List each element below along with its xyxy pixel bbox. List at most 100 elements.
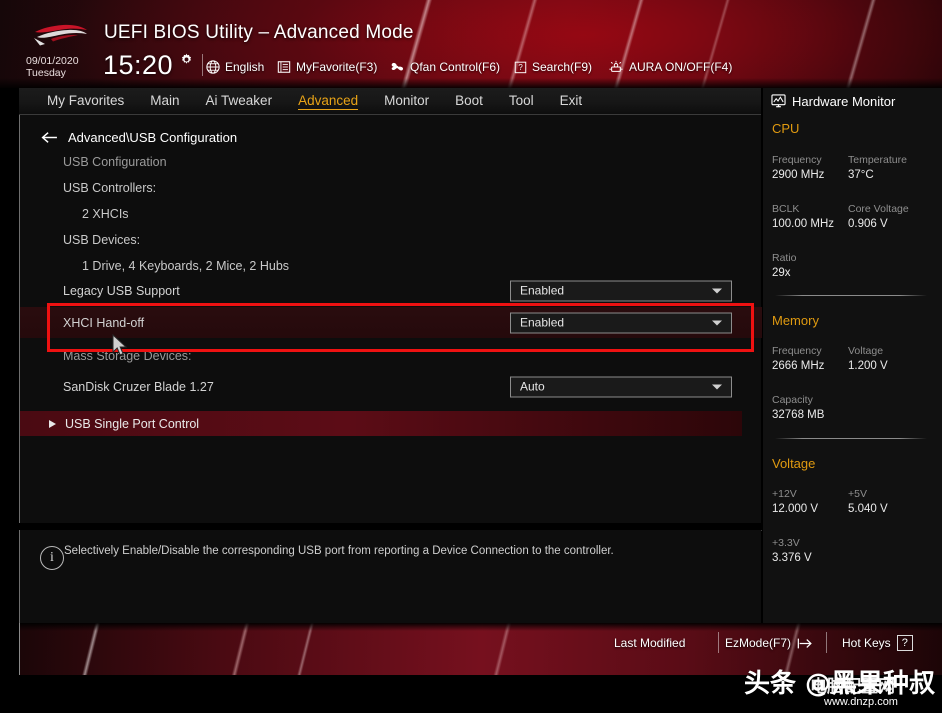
monitor-icon	[771, 94, 786, 108]
note-icon	[277, 61, 291, 73]
cpu-ratio-value: 29x	[772, 267, 791, 279]
tab-monitor[interactable]: Monitor	[384, 93, 429, 109]
memory-voltage-key: Voltage	[848, 345, 884, 357]
tab-tool[interactable]: Tool	[509, 93, 534, 109]
legacy-usb-support-dropdown[interactable]: Enabled	[510, 280, 732, 301]
header-divider	[202, 54, 203, 76]
aura-button[interactable]: AURA ON/OFF(F4)	[608, 58, 732, 76]
voltage-33v-value: 3.376 V	[772, 552, 812, 564]
voltage-5v-key: +5V	[848, 488, 867, 500]
myfavorite-button[interactable]: MyFavorite(F3)	[277, 58, 377, 76]
back-arrow-icon[interactable]	[41, 131, 58, 144]
rog-logo-icon	[34, 24, 87, 46]
ezmode-button[interactable]: EzMode(F7)	[725, 634, 813, 652]
xhci-hand-off-value: Enabled	[520, 315, 565, 330]
xhci-hand-off-label: XHCI Hand-off	[63, 315, 145, 330]
watermark-url: www.dnzp.com	[824, 696, 898, 708]
clock-display: 15:20	[103, 50, 174, 80]
cpu-temperature-key: Temperature	[848, 154, 907, 166]
cpu-ratio-key: Ratio	[772, 252, 797, 264]
search-label: Search(F9)	[532, 60, 593, 74]
cpu-bclk-value: 100.00 MHz	[772, 218, 835, 230]
sidebar-divider-2	[775, 438, 927, 439]
tab-my-favorites[interactable]: My Favorites	[47, 93, 124, 109]
voltage-33v-key: +3.3V	[772, 537, 800, 549]
myfavorite-label: MyFavorite(F3)	[296, 60, 378, 74]
qfan-control-button[interactable]: Qfan Control(F6)	[389, 58, 500, 76]
right-arrow-icon	[49, 419, 56, 428]
cpu-temperature-value: 37°C	[848, 169, 874, 181]
usb-devices-value: 1 Drive, 4 Keyboards, 2 Mice, 2 Hubs	[82, 259, 290, 273]
gear-icon[interactable]	[180, 53, 193, 66]
svg-text:?: ?	[518, 63, 523, 72]
sidebar-group-memory: Memory	[772, 313, 819, 328]
main-panel: Advanced\USB Configuration USB Configura…	[19, 115, 762, 531]
footer-divider-1	[718, 632, 719, 653]
tab-exit[interactable]: Exit	[560, 93, 583, 109]
hardware-monitor-panel: Hardware Monitor CPU Frequency 2900 MHz …	[763, 88, 942, 623]
memory-frequency-value: 2666 MHz	[772, 360, 825, 372]
help-panel: i Selectively Enable/Disable the corresp…	[19, 530, 761, 623]
sandisk-dropdown[interactable]: Auto	[510, 376, 732, 397]
breadcrumb-text: Advanced\USB Configuration	[68, 129, 238, 145]
setting-row-sandisk[interactable]: SanDisk Cruzer Blade 1.27 Auto	[20, 371, 762, 402]
memory-capacity-value: 32768 MB	[772, 409, 825, 421]
sidebar-group-cpu: CPU	[772, 121, 800, 136]
sidebar-group-voltage: Voltage	[772, 456, 816, 471]
cpu-core-voltage-value: 0.906 V	[848, 218, 888, 230]
hot-keys-label: Hot Keys	[842, 636, 891, 650]
tab-advanced[interactable]: Advanced	[298, 93, 359, 110]
bios-screen: UEFI BIOS Utility – Advanced Mode 09/01/…	[0, 0, 942, 713]
usb-devices-label: USB Devices:	[63, 233, 141, 247]
globe-icon	[206, 60, 220, 74]
cpu-frequency-value: 2900 MHz	[772, 169, 825, 181]
voltage-12v-key: +12V	[772, 488, 797, 500]
help-text: Selectively Enable/Disable the correspon…	[64, 545, 614, 557]
sandisk-value: Auto	[520, 379, 545, 394]
info-icon: i	[40, 546, 64, 570]
search-button[interactable]: ? Search(F9)	[514, 58, 592, 76]
submenu-usb-single-port-control[interactable]: USB Single Port Control	[20, 411, 742, 436]
weekday-value: Tuesday	[26, 67, 66, 79]
voltage-5v-value: 5.040 V	[848, 503, 888, 515]
sidebar-divider-1	[775, 295, 927, 296]
breadcrumb[interactable]: Advanced\USB Configuration	[41, 127, 237, 147]
xhci-hand-off-dropdown[interactable]: Enabled	[510, 312, 732, 333]
tab-main[interactable]: Main	[150, 93, 179, 109]
chevron-down-icon	[712, 288, 722, 293]
sandisk-label: SanDisk Cruzer Blade 1.27	[63, 379, 214, 394]
usb-controllers-label: USB Controllers:	[63, 181, 157, 195]
setting-row-xhci-hand-off[interactable]: XHCI Hand-off Enabled	[20, 307, 762, 338]
usb-controllers-value: 2 XHCIs	[82, 207, 129, 221]
hot-keys-button[interactable]: Hot Keys ?	[842, 634, 913, 652]
ezmode-label: EzMode(F7)	[725, 636, 792, 650]
cpu-core-voltage-key: Core Voltage	[848, 203, 909, 215]
setting-row-legacy-usb-support[interactable]: Legacy USB Support Enabled	[20, 275, 762, 306]
footer-divider-2	[826, 632, 827, 653]
tab-ai-tweaker[interactable]: Ai Tweaker	[206, 93, 273, 109]
watermark-overlay: 电脑配置网	[810, 677, 895, 697]
date-display: 09/01/2020 Tuesday	[26, 55, 79, 79]
memory-voltage-value: 1.200 V	[848, 360, 888, 372]
chevron-down-icon	[712, 384, 722, 389]
qfan-control-label: Qfan Control(F6)	[410, 60, 501, 74]
language-button[interactable]: English	[206, 58, 264, 76]
usb-configuration-heading: USB Configuration	[63, 155, 167, 169]
voltage-12v-value: 12.000 V	[772, 503, 819, 515]
last-modified-button[interactable]: Last Modified	[614, 634, 685, 652]
cpu-bclk-key: BCLK	[772, 203, 800, 215]
memory-capacity-key: Capacity	[772, 394, 813, 406]
fan-icon	[391, 62, 404, 71]
legacy-usb-support-label: Legacy USB Support	[63, 283, 180, 298]
date-value: 09/01/2020	[26, 55, 79, 67]
cpu-frequency-key: Frequency	[772, 154, 822, 166]
last-modified-label: Last Modified	[614, 636, 686, 650]
chevron-down-icon	[712, 320, 722, 325]
tab-boot[interactable]: Boot	[455, 93, 483, 109]
mouse-cursor-icon	[112, 334, 128, 356]
page-title: UEFI BIOS Utility – Advanced Mode	[104, 22, 414, 43]
hardware-monitor-label: Hardware Monitor	[792, 93, 896, 109]
aura-lamp-icon	[609, 60, 623, 72]
question-box-icon: ?	[514, 61, 527, 74]
legacy-usb-support-value: Enabled	[520, 283, 565, 298]
